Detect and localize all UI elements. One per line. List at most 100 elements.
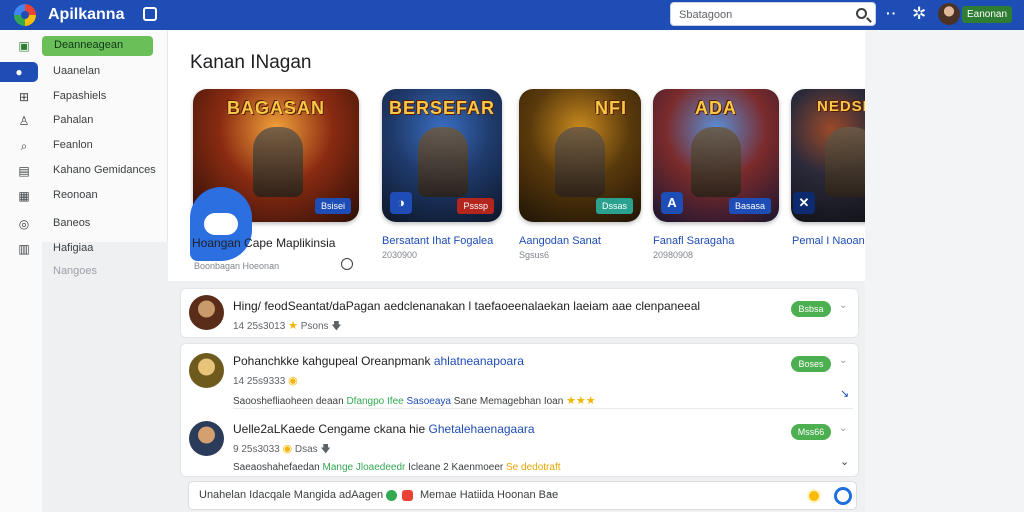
puzzle-icon: ●: [0, 62, 38, 82]
shield-icon: ◑: [390, 192, 412, 214]
pin-icon: 🡇: [331, 321, 342, 332]
row-meta-count: 14 25s9333: [233, 376, 286, 387]
row-avatar[interactable]: [189, 353, 224, 388]
chevron-down-icon[interactable]: ⌄: [839, 300, 847, 311]
composer-bar[interactable]: Unahelan Idacqale Mangida adAagen Memae …: [188, 481, 857, 510]
card-title[interactable]: Bersatant Ihat Fogalea: [382, 235, 493, 247]
search-input[interactable]: [679, 7, 849, 23]
comment-icon[interactable]: [341, 258, 353, 270]
row-meta: 14 25s3013 ★ Psons 🡇: [233, 319, 342, 336]
status-pill[interactable]: Bsbsa: [791, 301, 831, 317]
sidebar-item-1[interactable]: ● Uaanelan: [0, 60, 168, 84]
card-badge[interactable]: Psssp: [457, 198, 494, 214]
gear-icon[interactable]: ✲: [912, 4, 926, 24]
feed-row[interactable]: Uelle2aLKaede Cengame ckana hie Ghetaleh…: [181, 412, 860, 476]
grid-icon: ⊞: [18, 90, 30, 104]
sidebar-item-3[interactable]: ♙ Pahalan: [0, 109, 168, 133]
row-description: Saooshefliaoheen deaan Dfangpo Ifee Saso…: [233, 394, 596, 407]
sidebar-item-label: Reonoan: [53, 189, 98, 201]
emoji-icon[interactable]: [807, 489, 821, 503]
card-headline: BERSEFAR: [388, 98, 495, 118]
row-meta-extra: Psons: [300, 321, 329, 332]
composer-label: Memae Hatiida Hoonan Bae: [420, 489, 559, 501]
feed-row[interactable]: Hing/ feodSeantat/daPagan aedclenanakan …: [181, 289, 860, 339]
card-subtitle: Boonbagan Hoeonan: [194, 261, 280, 271]
row-title-link[interactable]: Ghetalehaenagaara: [428, 422, 534, 436]
green-dot-icon[interactable]: [386, 490, 397, 501]
row-desc-tag[interactable]: Se dedotraft: [506, 462, 560, 473]
row-meta: 14 25s9333 ◉: [233, 374, 298, 387]
sidebar-item-label: Feanlon: [53, 139, 93, 151]
character-figure: [555, 127, 605, 197]
sidebar-item-label: Nangoes: [53, 265, 98, 277]
sidebar-item-6[interactable]: ▦ Reonoan: [0, 184, 168, 208]
row-desc-text: Sane Memagebhan Ioan: [453, 396, 564, 407]
account-button[interactable]: Eanonan: [962, 6, 1012, 23]
card-headline: NFI: [595, 98, 627, 118]
app-logo[interactable]: [14, 4, 36, 26]
chevron-down-icon[interactable]: ⌄: [839, 423, 847, 434]
status-pill[interactable]: Boses: [791, 356, 831, 372]
row-desc-tag[interactable]: Mange Jloaedeedr: [323, 462, 406, 473]
card-title[interactable]: Hoangan Cape Maplikinsia: [192, 236, 335, 250]
close-icon: ✕: [793, 192, 815, 214]
more-icon[interactable]: ···: [547, 486, 559, 500]
card-headline: NEDSE: [817, 98, 871, 115]
row-desc-tag[interactable]: Dfangpo Ifee: [346, 396, 403, 407]
character-figure: [691, 127, 741, 197]
game-card[interactable]: BERSEFAR ◑ Psssp: [382, 89, 502, 222]
more-icon[interactable]: ··: [886, 5, 897, 21]
card-subtitle: 2030900: [382, 250, 418, 260]
row-title: Hing/ feodSeantat/daPagan aedclenanakan …: [233, 299, 701, 313]
sidebar-item-8[interactable]: ▥ Hafigiaa: [0, 237, 168, 261]
card-badge[interactable]: Dssas: [595, 198, 633, 214]
top-bar: Apilkanna ·· ✲ Eanonan: [0, 0, 1024, 30]
game-card[interactable]: ADA A Basasa: [653, 89, 779, 222]
star-icon: ★: [288, 320, 298, 332]
send-icon[interactable]: [834, 487, 852, 505]
sidebar-item-9[interactable]: Nangoes: [0, 260, 168, 284]
chat-icon[interactable]: [143, 7, 157, 21]
card-subtitle: 20980908: [653, 250, 694, 260]
card-title[interactable]: Aangodan Sanat: [519, 235, 601, 247]
user-avatar[interactable]: [938, 3, 960, 25]
row-avatar[interactable]: [189, 295, 224, 330]
sidebar-item-4[interactable]: ⌕ Feanlon: [0, 134, 168, 158]
sidebar-item-label: Kahano Gemidances: [53, 164, 156, 176]
arrow-icon[interactable]: ↘: [840, 387, 849, 400]
search-box: [670, 2, 876, 26]
section-title: Kanan INagan: [190, 52, 312, 73]
red-square-icon[interactable]: [402, 490, 413, 501]
status-pill[interactable]: Mss66: [791, 424, 831, 440]
sidebar-item-label: Uaanelan: [53, 65, 101, 77]
coin-icon: ◉: [282, 443, 293, 455]
sidebar-item-label: Fapashiels: [53, 90, 107, 102]
card-title[interactable]: Fanafl Saragaha: [653, 235, 734, 247]
character-figure: [253, 127, 303, 197]
divider: [233, 408, 853, 409]
row-title-link[interactable]: ahlatneanapoara: [434, 354, 524, 368]
row-desc-text: Saooshefliaoheen deaan: [233, 396, 344, 407]
sidebar-item-label: Pahalan: [53, 114, 94, 126]
game-card[interactable]: NFI Dssas: [519, 89, 641, 222]
stack-icon: ▥: [18, 242, 30, 256]
chevron-down-icon[interactable]: ⌄: [840, 455, 849, 468]
sidebar-item-7[interactable]: ◎ Baneos: [0, 212, 168, 236]
app-title: Apilkanna: [48, 6, 125, 23]
game-card[interactable]: NEDSE ✕: [791, 89, 871, 222]
row-meta-count: 14 25s3013: [233, 321, 286, 332]
row-meta-extra: Dsas: [294, 444, 318, 455]
card-badge[interactable]: Basasa: [728, 198, 771, 214]
composer-input[interactable]: Unahelan Idacqale Mangida adAagen: [199, 489, 383, 501]
row-avatar[interactable]: [189, 421, 224, 456]
search-icon[interactable]: [856, 8, 867, 19]
card-badge[interactable]: Bsisei: [314, 198, 351, 214]
sidebar-item-0[interactable]: ▣ Deanneagean: [0, 34, 168, 58]
chevron-down-icon[interactable]: ⌄: [839, 355, 847, 366]
sidebar-item-2[interactable]: ⊞ Fapashiels: [0, 85, 168, 109]
row-desc-link[interactable]: Sasoeaya: [406, 396, 450, 407]
sidebar-item-label: Baneos: [53, 217, 91, 229]
sidebar-item-5[interactable]: ▤ Kahano Gemidances: [0, 159, 168, 183]
feed-row[interactable]: Pohanchkke kahgupeal Oreanpmank ahlatnea…: [181, 344, 860, 408]
row-meta-count: 9 25s3033: [233, 444, 280, 455]
